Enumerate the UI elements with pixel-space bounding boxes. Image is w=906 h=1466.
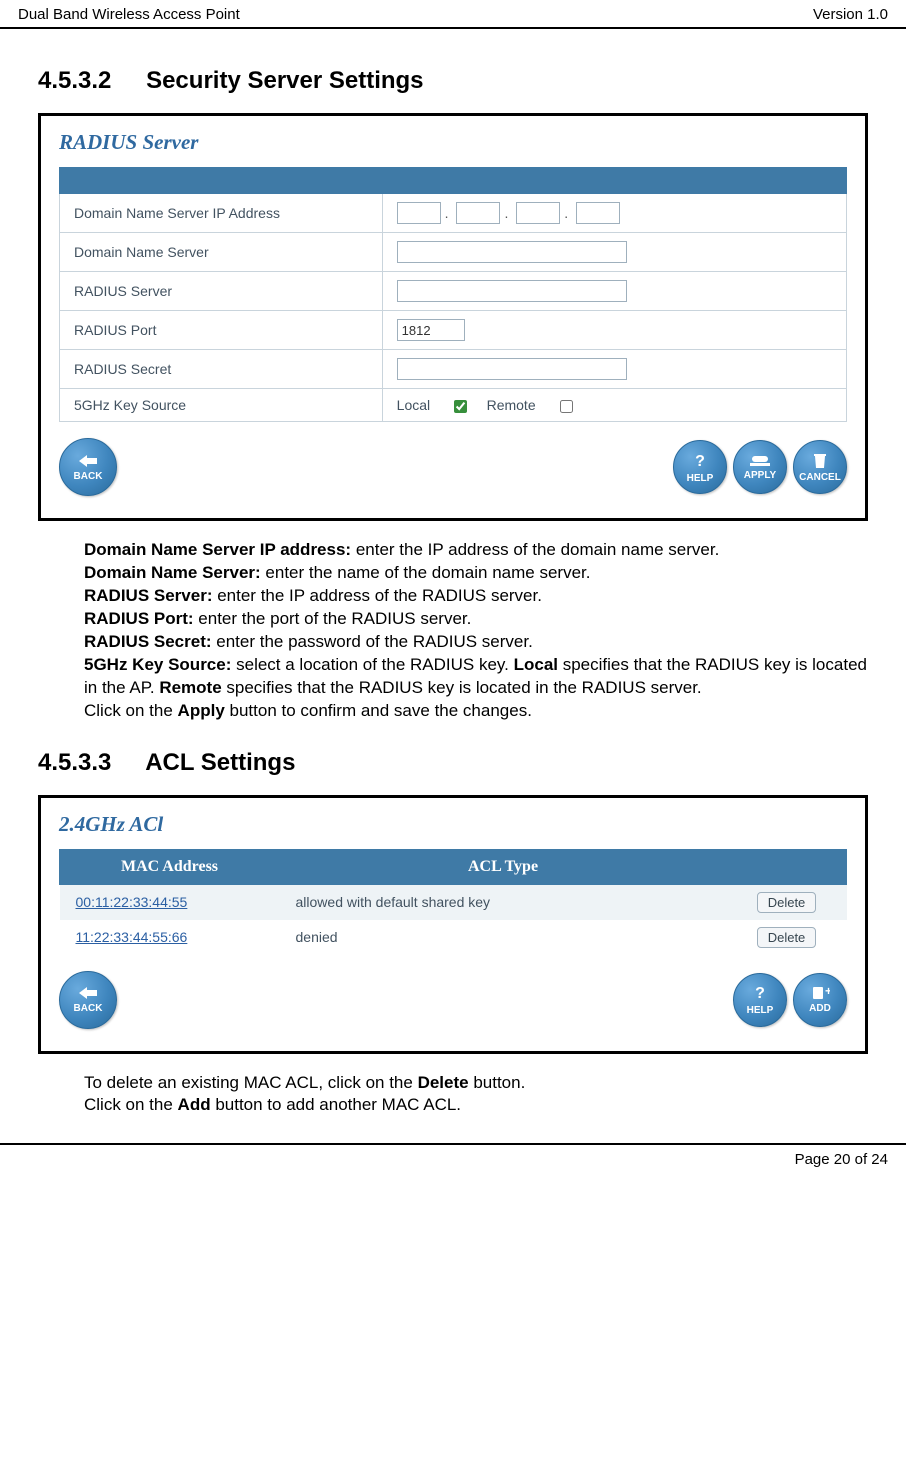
back-button[interactable]: BACK	[59, 438, 117, 496]
back-button[interactable]: BACK	[59, 971, 117, 1029]
radius-port-input[interactable]	[397, 319, 465, 341]
header-right: Version 1.0	[813, 6, 888, 23]
acl-description: To delete an existing MAC ACL, click on …	[84, 1072, 868, 1118]
acl-panel: 2.4GHz ACl MAC Address ACL Type 00:11:22…	[38, 795, 868, 1054]
svg-text:?: ?	[755, 985, 765, 1002]
hand-back-icon	[75, 985, 101, 1001]
header-left: Dual Band Wireless Access Point	[18, 6, 240, 23]
back-label: BACK	[74, 1003, 103, 1014]
delete-button[interactable]: Delete	[757, 892, 817, 913]
col-type: ACL Type	[280, 849, 727, 884]
cancel-label: CANCEL	[799, 472, 841, 483]
table-row: 11:22:33:44:55:66 denied Delete	[60, 920, 847, 955]
dns-ip-1[interactable]	[397, 202, 441, 224]
key-remote-label: Remote	[487, 397, 536, 413]
back-label: BACK	[74, 471, 103, 482]
apply-label: APPLY	[744, 470, 776, 481]
acl-panel-title: 2.4GHz ACl	[59, 812, 847, 837]
acl-type-cell: denied	[280, 920, 727, 955]
acl-type-cell: allowed with default shared key	[280, 884, 727, 920]
add-button[interactable]: + ADD	[793, 973, 847, 1027]
delete-button[interactable]: Delete	[757, 927, 817, 948]
stamp-icon	[749, 454, 771, 468]
section-heading-acl: 4.5.3.3 ACL Settings	[38, 749, 868, 777]
key-local-checkbox[interactable]	[454, 400, 467, 413]
label-radius-server: RADIUS Server	[60, 272, 383, 311]
radius-panel-title: RADIUS Server	[59, 130, 847, 155]
table-row: 00:11:22:33:44:55 allowed with default s…	[60, 884, 847, 920]
label-radius-port: RADIUS Port	[60, 311, 383, 350]
label-dns-ip: Domain Name Server IP Address	[60, 194, 383, 233]
label-dns: Domain Name Server	[60, 233, 383, 272]
col-mac: MAC Address	[60, 849, 280, 884]
section-number: 4.5.3.2	[38, 67, 111, 95]
radius-secret-input[interactable]	[397, 358, 627, 380]
radius-panel: RADIUS Server Domain Name Server IP Addr…	[38, 113, 868, 521]
help-label: HELP	[687, 473, 714, 484]
acl-table: MAC Address ACL Type 00:11:22:33:44:55 a…	[59, 849, 847, 955]
dns-ip-2[interactable]	[456, 202, 500, 224]
section-title-acl: ACL Settings	[145, 749, 295, 776]
dns-ip-3[interactable]	[516, 202, 560, 224]
plus-doc-icon: +	[810, 985, 830, 1001]
cancel-button[interactable]: CANCEL	[793, 440, 847, 494]
help-button[interactable]: ? HELP	[673, 440, 727, 494]
hand-back-icon	[75, 453, 101, 469]
section-number-acl: 4.5.3.3	[38, 749, 111, 777]
help-label: HELP	[747, 1005, 774, 1016]
key-local-label: Local	[397, 397, 430, 413]
add-label: ADD	[809, 1003, 831, 1014]
label-radius-secret: RADIUS Secret	[60, 350, 383, 389]
col-blank	[727, 849, 847, 884]
section-title: Security Server Settings	[146, 67, 423, 94]
dns-input[interactable]	[397, 241, 627, 263]
radius-description: Domain Name Server IP address: enter the…	[84, 539, 868, 723]
dns-ip-4[interactable]	[576, 202, 620, 224]
trash-icon	[811, 452, 829, 470]
label-key-source: 5GHz Key Source	[60, 389, 383, 422]
footer-text: Page 20 of 24	[795, 1151, 888, 1168]
key-remote-checkbox[interactable]	[560, 400, 573, 413]
apply-button[interactable]: APPLY	[733, 440, 787, 494]
section-heading-security: 4.5.3.2 Security Server Settings	[38, 67, 868, 95]
svg-text:+: +	[825, 985, 830, 998]
radius-form-table: Domain Name Server IP Address . . . Doma…	[59, 167, 847, 422]
radius-server-input[interactable]	[397, 280, 627, 302]
mac-link[interactable]: 00:11:22:33:44:55	[76, 894, 188, 910]
question-icon: ?	[750, 983, 770, 1003]
svg-text:?: ?	[695, 453, 705, 470]
help-button[interactable]: ? HELP	[733, 973, 787, 1027]
question-icon: ?	[690, 451, 710, 471]
mac-link[interactable]: 11:22:33:44:55:66	[76, 929, 188, 945]
